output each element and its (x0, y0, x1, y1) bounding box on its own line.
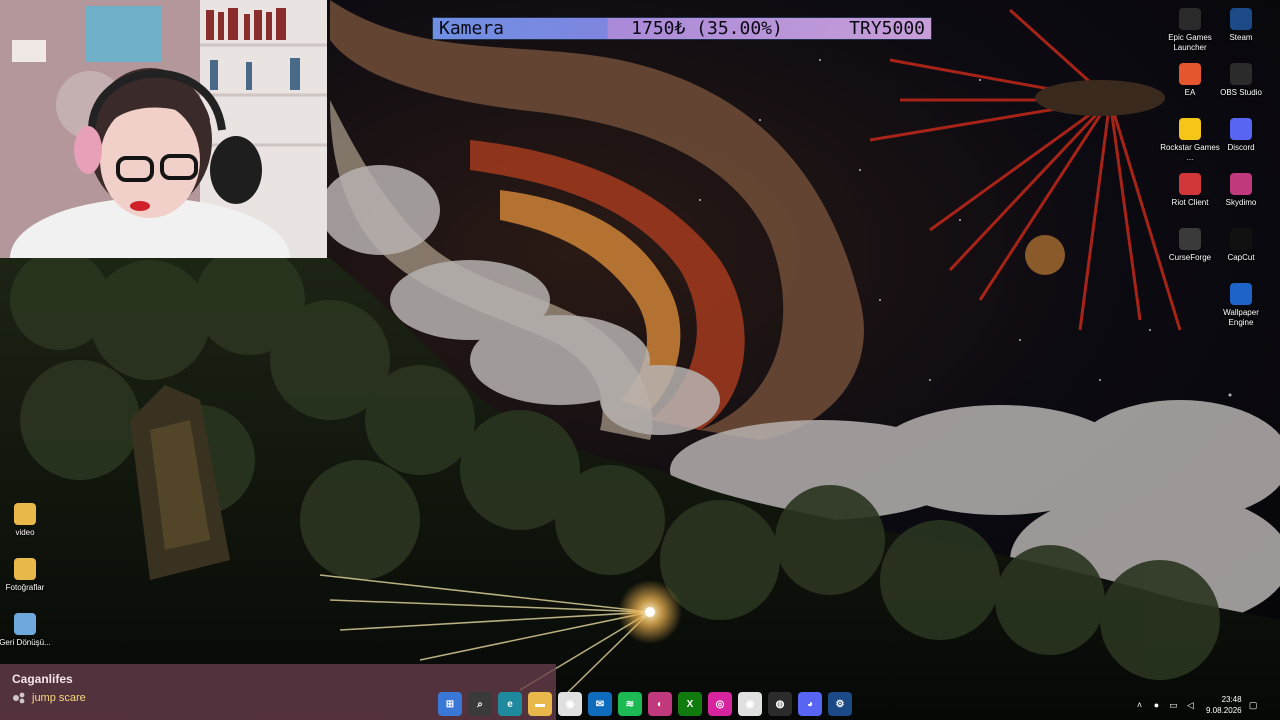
desktop-icon-label: CapCut (1227, 253, 1255, 262)
desktop-icon[interactable]: Discord (1211, 118, 1271, 153)
recycle-bin-icon (14, 613, 36, 635)
chevron-up-icon[interactable]: ˄ (1134, 700, 1145, 711)
xbox-icon: X (686, 698, 694, 710)
mail-app[interactable]: ✉ (588, 692, 612, 716)
desktop-icon[interactable]: Geri Dönüşü... (0, 613, 55, 648)
desktop-icon-label: Geri Dönüşü... (0, 638, 51, 647)
chat-username: Caganlifes (12, 672, 73, 686)
wallpaper-engine-icon (1230, 283, 1252, 305)
desktop-icon-label: OBS Studio (1220, 88, 1262, 97)
microphone-icon[interactable]: ● (1151, 700, 1162, 711)
clock-date: 9.08.2026 (1206, 706, 1242, 715)
sound-alert-icon (13, 692, 25, 704)
folder-icon (14, 558, 36, 580)
ea-icon (1179, 63, 1201, 85)
spotify-icon: ≋ (625, 698, 635, 710)
desktop-icon[interactable]: Wallpaper Engine (1211, 283, 1271, 328)
network-icon[interactable]: ▭ (1168, 700, 1179, 711)
discord-icon (1230, 118, 1252, 140)
donation-goal-bar: Kamera 1750₺ (35.00%) TRY5000 (432, 17, 932, 40)
obs-icon (1230, 63, 1252, 85)
goal-title: Kamera (439, 18, 505, 39)
desktop-icon[interactable]: video (0, 503, 55, 538)
xbox-app[interactable]: X (678, 692, 702, 716)
capcut-icon (1230, 228, 1252, 250)
steam-icon (1230, 8, 1252, 30)
chrome-profile-app[interactable]: ◉ (738, 692, 762, 716)
epic-games-icon (1179, 8, 1201, 30)
mail-icon: ✉ (595, 698, 605, 710)
desktop-icon[interactable]: Skydimo (1211, 173, 1271, 208)
goal-target: TRY5000 (849, 18, 925, 39)
skydimo-icon (1230, 173, 1252, 195)
system-tray: ˄ ● ▭ ◁ 23:48 9.08.2026 ▢ (1134, 692, 1280, 718)
desktop-icon-label: Wallpaper Engine (1223, 308, 1259, 327)
desktop-icon-label: Skydimo (1225, 198, 1257, 207)
desktop-icon-label: Discord (1227, 143, 1255, 152)
search-button[interactable]: ⌕ (468, 692, 492, 716)
discord-app[interactable]: ◕ (798, 692, 822, 716)
webcam-overlay (0, 0, 327, 258)
clock-time: 23:48 (1221, 695, 1242, 704)
taskbar-clock[interactable]: 23:48 9.08.2026 (1206, 694, 1242, 716)
desktop-icon[interactable]: Steam (1211, 8, 1271, 43)
steam-app[interactable]: ⚙ (828, 692, 852, 716)
search-icon: ⌕ (477, 698, 483, 710)
volume-icon[interactable]: ◁ (1185, 700, 1196, 711)
desktop-icon-label: Fotoğraflar (5, 583, 45, 592)
desktop-icon-label: video (15, 528, 35, 537)
chat-message: jump scare (32, 692, 86, 704)
edge-app[interactable]: e (498, 692, 522, 716)
file-explorer-app[interactable]: ▬ (528, 692, 552, 716)
windows-icon: ⊞ (445, 698, 455, 710)
chrome-icon: ◉ (565, 698, 575, 710)
desktop-icon[interactable]: Fotoğraflar (0, 558, 55, 593)
obs-icon: ◍ (775, 698, 785, 710)
folder-icon: ▬ (535, 698, 545, 710)
riot-icon (1179, 173, 1201, 195)
instagram-app[interactable]: ◎ (708, 692, 732, 716)
taskbar-pinned-apps: ⊞ ⌕ e ▬ ◉ ✉ ≋ ◐ X ◎ ◉ ◍ ◕ ⚙ (438, 692, 852, 716)
chrome-app[interactable]: ◉ (558, 692, 582, 716)
desktop-icon-label: Steam (1229, 33, 1253, 42)
instagram-icon: ◎ (715, 698, 725, 710)
folder-icon (14, 503, 36, 525)
obs-app[interactable]: ◍ (768, 692, 792, 716)
chrome-icon: ◉ (745, 698, 755, 710)
goal-progress-text: 1750₺ (35.00%) (631, 18, 783, 39)
skydimo-app[interactable]: ◐ (648, 692, 672, 716)
skydimo-icon: ◐ (656, 698, 664, 710)
notification-icon[interactable]: ▢ (1248, 700, 1259, 711)
rockstar-icon (1179, 118, 1201, 140)
start-button[interactable]: ⊞ (438, 692, 462, 716)
desktop-icon[interactable]: OBS Studio (1211, 63, 1271, 98)
curseforge-icon (1179, 228, 1201, 250)
discord-icon: ◕ (806, 698, 814, 710)
edge-icon: e (507, 698, 513, 710)
steam-icon: ⚙ (835, 698, 845, 710)
spotify-app[interactable]: ≋ (618, 692, 642, 716)
desktop-icon[interactable]: CapCut (1211, 228, 1271, 263)
